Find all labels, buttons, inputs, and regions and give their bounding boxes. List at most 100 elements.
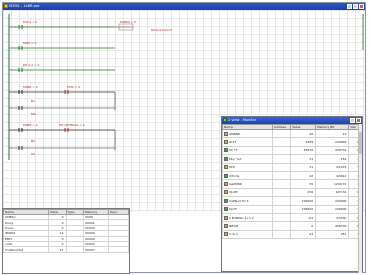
- monitor-cell-memory: 181: [315, 154, 350, 164]
- rung-3-label: Dfl 2-1 > 0: [23, 63, 40, 67]
- maximize-button[interactable]: [353, 4, 358, 9]
- monitor-close-button[interactable]: [356, 118, 361, 123]
- monitor-cell-name: VbdM: [221, 187, 274, 198]
- monitor-cell-name: AMBND: [221, 128, 274, 139]
- variable-icon: [224, 207, 228, 212]
- variable-icon: [224, 140, 228, 145]
- monitor-cell-name: Mrtr: [221, 162, 274, 172]
- monitor-cell-value: 31: [290, 154, 317, 164]
- rung-4-label: M0B0 > 0: [23, 85, 38, 89]
- variable-icon: [224, 232, 228, 237]
- rung-4-branch-label: Pfd2 > 0: [67, 85, 81, 89]
- monitor-cell-memory: 43/M2/: [315, 212, 350, 223]
- monitor-cell-value: 55: [290, 179, 317, 189]
- minimize-button[interactable]: [347, 4, 352, 9]
- monitor-row[interactable]: AMBND 30 13: [221, 128, 362, 139]
- monitor-row[interactable]: Kp7P2280002280001: [221, 204, 362, 214]
- monitor-row[interactable]: ALFT22892299990: [221, 137, 362, 147]
- monitor-row[interactable]: Mrtr314/10761: [221, 162, 362, 172]
- rung-5-small-label: B0: [31, 139, 35, 143]
- table-row[interactable]: TcnPanuHist 17 X0007: [3, 246, 129, 253]
- rung-1-coil-tag: Dtrend Instrot: [151, 28, 172, 32]
- monitor-cell-value: 256: [290, 187, 317, 198]
- main-titlebar[interactable]: M2M1 - 1x8R.pro: [3, 3, 365, 10]
- monitor-cell-name: Mr 73: [221, 145, 274, 156]
- monitor-cell-value: 30: [290, 128, 317, 139]
- monitor-cell-name: Pby: %rt: [221, 154, 274, 164]
- monitor-window: 2 view - Monitor Name Address Value Memo…: [221, 116, 363, 273]
- variable-icon: [224, 156, 228, 161]
- monitor-cell-memory: 458700: [315, 221, 350, 231]
- rung-5-branch-label: M2 pEHEDS1 > 0: [59, 123, 85, 127]
- monitor-cell-name: hwdMRD: [221, 179, 274, 189]
- monitor-scroll-thumb[interactable]: [359, 132, 362, 154]
- monitor-cell-address: [272, 137, 292, 147]
- variable-name: Pby: %rt: [229, 156, 242, 161]
- close-button[interactable]: [359, 4, 364, 9]
- variable-icon: [224, 148, 228, 153]
- variable-icon: [224, 182, 228, 187]
- variable-name: Mrtr: [229, 165, 236, 170]
- monitor-scrollbar[interactable]: [358, 124, 362, 273]
- monitor-cell-address: [272, 128, 292, 139]
- tag-table-panel: Name Value Type Memory Desc AMBlnc 0 X000 …: [2, 208, 130, 274]
- variable-icon: [224, 190, 228, 195]
- monitor-row[interactable]: T B3M0Rr 1+1 21/243/M2/0: [221, 212, 362, 223]
- variable-icon: [224, 165, 228, 170]
- monitor-cell-memory: 4/1076: [315, 162, 350, 172]
- monitor-cell-value: 43670: [290, 145, 317, 156]
- tag-desc: [108, 246, 129, 253]
- monitor-titlebar[interactable]: 2 view - Monitor: [222, 117, 362, 124]
- monitor-cell-address: [272, 187, 292, 198]
- monitor-row[interactable]: hwdMRD551200:701: [221, 179, 362, 189]
- monitor-cell-value: 2289: [290, 137, 317, 147]
- rung-5-label: M0B2 > 0: [23, 123, 38, 127]
- monitor-cell-memory: 436734: [315, 145, 350, 156]
- monitor-cell-address: [272, 212, 292, 223]
- monitor-row[interactable]: VbdM25610H:340: [221, 187, 362, 198]
- monitor-cell-memory: 10H:34: [315, 187, 350, 198]
- tag-table: Name Value Type Memory Desc AMBlnc 0 X000 …: [3, 209, 129, 253]
- monitor-cell-value: 228000: [290, 204, 317, 214]
- monitor-minimize-button[interactable]: [350, 118, 355, 123]
- monitor-cell-address: [272, 154, 292, 164]
- variable-name: AMBND: [229, 131, 241, 136]
- monitor-cell-name: T B3M0Rr 1+1 2: [221, 212, 274, 223]
- monitor-cell-address: [272, 162, 292, 172]
- monitor-cell-value: 226000: [290, 196, 317, 206]
- monitor-row[interactable]: Mr 73436704367340: [221, 145, 362, 156]
- monitor-cell-memory: 220000: [315, 196, 350, 206]
- monitor-row[interactable]: Pby: %rt311811: [221, 154, 362, 164]
- rung-1-label: Dorig > 0: [23, 20, 38, 24]
- monitor-title: 2 view - Monitor: [228, 118, 257, 122]
- monitor-cell-address: [272, 229, 292, 240]
- monitor-row[interactable]: T-ns 1912511: [221, 229, 362, 240]
- variable-icon: [224, 215, 228, 220]
- variable-name: CaPNud TC-S: [229, 198, 249, 203]
- rung-4-small-label: B1: [31, 99, 35, 103]
- monitor-cell-value: 1/2: [290, 212, 317, 223]
- monitor-icon: [223, 118, 227, 122]
- monitor-row[interactable]: rMrcdv424/06121: [221, 170, 362, 181]
- variable-name: hwdMRD: [229, 182, 243, 187]
- window-title: M2M1 - 1x8R.pro: [9, 4, 40, 8]
- monitor-cell-name: Kp7P: [221, 204, 274, 214]
- monitor-cell-name: CaPNud TC-S: [221, 196, 274, 206]
- monitor-cell-name: rMrcdv: [221, 170, 274, 181]
- variable-icon: [224, 223, 228, 228]
- monitor-row[interactable]: NB18t04587000: [221, 221, 362, 231]
- tag-type: [65, 246, 84, 253]
- variable-icon: [224, 131, 228, 136]
- monitor-cell-memory: 1200:70: [315, 179, 350, 189]
- variable-name: ALFT: [229, 140, 237, 145]
- variable-name: rMrcdv: [229, 173, 240, 178]
- tag-value: 17: [48, 246, 67, 253]
- monitor-cell-address: [272, 179, 292, 189]
- variable-icon: [224, 173, 228, 178]
- monitor-cell-address: [272, 170, 292, 181]
- monitor-row[interactable]: CaPNud TC-S2260002200001: [221, 196, 362, 206]
- monitor-cell-address: [272, 145, 292, 156]
- rung-1-coil: M0BIN > 0: [120, 20, 137, 24]
- monitor-cell-value: 0: [290, 221, 317, 231]
- monitor-cell-memory: 228000: [315, 204, 350, 214]
